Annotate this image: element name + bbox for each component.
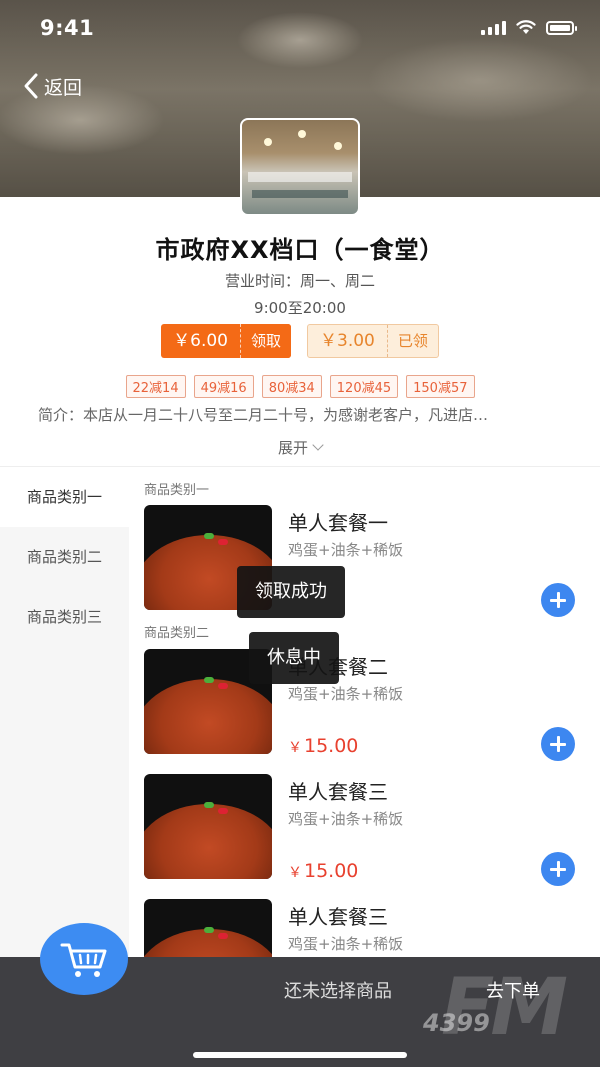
coupon-amount: ￥6.00: [173, 331, 228, 351]
product-item[interactable]: 单人套餐三 鸡蛋+油条+稀饭 ￥ 15.00: [144, 774, 584, 886]
coupon-available[interactable]: ￥6.00 领取: [161, 324, 291, 358]
coupon-claimed: ￥3.00 已领: [307, 324, 439, 358]
product-item[interactable]: 单人套餐二 鸡蛋+油条+稀饭 ￥15.00: [144, 649, 584, 761]
toast-claimed: 领取成功: [237, 566, 345, 618]
expand-label: 展开: [277, 439, 308, 457]
coupon-status: 已领: [386, 325, 438, 357]
cart-icon: [60, 943, 107, 977]
signal-icon: [481, 20, 506, 35]
discount-tag: 120减45: [329, 375, 399, 398]
business-time-range: 9:00至20:00: [254, 299, 346, 317]
status-bar: 9:41: [0, 0, 600, 58]
store-intro: 简介：本店从一月二十八号至二月二十号，为感谢老客户，凡进店…: [38, 406, 489, 424]
wifi-icon: [516, 20, 536, 34]
product-desc: 鸡蛋+油条+稀饭: [288, 810, 404, 828]
category-item-1[interactable]: 商品类别一: [0, 467, 129, 527]
status-time: 9:41: [40, 16, 95, 40]
home-indicator: [193, 1052, 407, 1058]
watermark-sub: 4399: [423, 1009, 490, 1037]
discount-tag: 22减14: [125, 375, 186, 398]
toast-closed: 休息中: [249, 632, 339, 684]
expand-intro-button[interactable]: 展开: [0, 437, 600, 458]
back-button[interactable]: 返回: [22, 72, 82, 100]
discount-tag: 80减34: [261, 375, 322, 398]
product-desc: 鸡蛋+油条+稀饭: [288, 541, 404, 559]
discount-tag: 49减16: [193, 375, 254, 398]
coupon-list: ￥6.00 领取 ￥3.00 已领: [0, 324, 600, 358]
product-item[interactable]: 单人套餐一 鸡蛋+油条+稀饭: [144, 505, 584, 617]
chevron-down-icon: [312, 439, 324, 451]
product-name: 单人套餐三: [288, 780, 388, 804]
category-sidebar: 商品类别一 商品类别二 商品类别三: [0, 467, 129, 957]
discount-tag: 150减57: [406, 375, 475, 398]
coupon-amount: ￥3.00: [320, 331, 375, 351]
section-title: 商品类别二: [144, 626, 210, 641]
product-image: [144, 774, 272, 879]
category-item-2[interactable]: 商品类别二: [0, 527, 129, 587]
add-to-cart-button[interactable]: [541, 583, 575, 617]
add-to-cart-button[interactable]: [541, 852, 575, 886]
product-price: ￥ 15.00: [288, 735, 359, 757]
discount-tags: 22减14 49减16 80减34 120减45 150减57: [0, 375, 600, 398]
product-list: 商品类别一 单人套餐一 鸡蛋+油条+稀饭 商品类别二 单人套餐二 鸡蛋+油条+稀…: [130, 467, 600, 957]
checkout-button[interactable]: 去下单: [486, 977, 540, 1003]
cart-empty-text: 还未选择商品: [284, 981, 392, 1002]
product-name: 单人套餐一: [288, 511, 388, 535]
product-item[interactable]: 单人套餐三 鸡蛋+油条+稀饭: [144, 899, 584, 957]
store-name: 市政府XX档口（一食堂）: [155, 236, 445, 264]
product-price: ￥ 15.00: [288, 860, 359, 882]
category-item-3[interactable]: 商品类别三: [0, 587, 129, 647]
store-logo: [240, 118, 360, 216]
chevron-left-icon: [24, 73, 38, 99]
cart-button[interactable]: [40, 923, 128, 995]
status-icons: [481, 20, 577, 35]
claim-coupon-button[interactable]: 领取: [239, 324, 291, 358]
add-to-cart-button[interactable]: [541, 727, 575, 761]
product-image: [144, 899, 272, 957]
product-name: 单人套餐三: [288, 905, 388, 929]
product-desc: 鸡蛋+油条+稀饭: [288, 685, 404, 703]
back-label: 返回: [44, 76, 83, 99]
battery-icon: [546, 20, 577, 35]
product-desc: 鸡蛋+油条+稀饭: [288, 935, 404, 953]
section-title: 商品类别一: [144, 483, 210, 498]
business-hours: 营业时间：周一、周二: [224, 272, 375, 290]
